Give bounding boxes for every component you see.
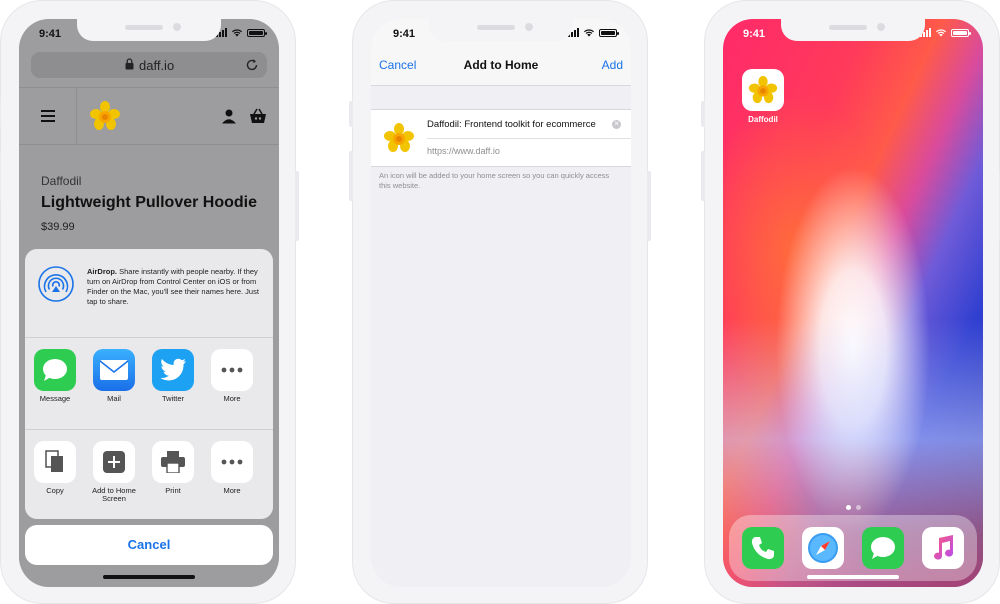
share-app-message[interactable]: Message <box>26 349 84 429</box>
notch <box>781 19 925 41</box>
helper-note: An icon will be added to your home scree… <box>379 171 610 190</box>
screen: 9:41 daff.io Daffodil Lightweight Pullov… <box>19 19 279 587</box>
share-app-more[interactable]: More <box>203 349 261 429</box>
lock-icon <box>125 58 134 70</box>
share-actions-row: Copy Add to Home Screen Print More <box>25 441 273 519</box>
home-app-label: Daffodil <box>748 115 778 124</box>
notch <box>77 19 221 41</box>
share-sheet: AirDrop. Share instantly with people nea… <box>25 249 273 519</box>
home-app-daffodil[interactable]: Daffodil <box>741 69 785 124</box>
action-copy[interactable]: Copy <box>26 441 84 519</box>
music-icon[interactable] <box>922 527 964 569</box>
address-bar[interactable]: daff.io <box>31 52 267 78</box>
product-brand: Daffodil <box>41 174 82 188</box>
site-header <box>19 87 279 145</box>
wifi-icon <box>936 29 946 37</box>
daffodil-logo-icon <box>384 123 414 152</box>
cart-icon[interactable] <box>249 107 267 125</box>
reload-icon[interactable] <box>245 58 259 72</box>
product-title: Lightweight Pullover Hoodie <box>41 194 257 211</box>
mute-switch <box>349 101 353 127</box>
safari-icon[interactable] <box>802 527 844 569</box>
dock <box>729 515 977 581</box>
copy-icon <box>34 441 76 483</box>
side-button <box>647 171 651 241</box>
hamburger-menu-icon[interactable] <box>41 110 55 122</box>
airdrop-title: AirDrop. <box>87 267 117 276</box>
action-label: Print <box>165 486 181 495</box>
address-url: daff.io <box>139 58 175 73</box>
status-time: 9:41 <box>39 28 62 40</box>
volume-up-button <box>701 151 705 201</box>
mail-icon <box>93 349 135 391</box>
airdrop-icon <box>38 266 74 302</box>
share-apps-row: Message Mail Twitter More <box>25 349 273 430</box>
share-app-label: Message <box>39 394 71 403</box>
screen: 9:41 Daffodil <box>723 19 983 587</box>
page-indicator[interactable] <box>723 505 983 510</box>
phone-safari-share: 9:41 daff.io Daffodil Lightweight Pullov… <box>0 0 299 604</box>
battery-icon <box>951 28 971 37</box>
action-more[interactable]: More <box>203 441 261 519</box>
add-square-icon <box>93 441 135 483</box>
battery-icon <box>599 28 619 37</box>
daffodil-logo-icon[interactable] <box>89 100 121 132</box>
wifi-icon <box>232 29 242 37</box>
action-label: Add to Home Screen <box>92 486 136 503</box>
share-app-twitter[interactable]: Twitter <box>144 349 202 429</box>
share-app-mail[interactable]: Mail <box>85 349 143 429</box>
share-app-label: Twitter <box>161 394 185 403</box>
status-time: 9:41 <box>743 28 766 40</box>
home-indicator[interactable] <box>103 575 195 579</box>
screen: 9:41 Cancel Add to Home Add Daffodil: Fr… <box>371 19 631 587</box>
volume-up-button <box>349 151 353 201</box>
phone-icon[interactable] <box>742 527 784 569</box>
volume-up-button <box>0 151 1 201</box>
twitter-icon <box>152 349 194 391</box>
url-text: https://www.daff.io <box>427 146 500 156</box>
share-cancel-button[interactable]: Cancel <box>25 525 273 565</box>
messages-icon[interactable] <box>862 527 904 569</box>
bookmark-form: Daffodil: Frontend toolkit for ecommerce… <box>371 109 631 167</box>
share-app-label: More <box>223 394 241 403</box>
account-icon[interactable] <box>221 108 237 124</box>
airdrop-section[interactable]: AirDrop. Share instantly with people nea… <box>25 249 273 338</box>
daffodil-logo-icon <box>742 69 784 111</box>
phone-home-screen: 9:41 Daffodil <box>701 0 1000 604</box>
messages-icon <box>34 349 76 391</box>
notch <box>429 19 573 41</box>
more-icon <box>211 349 253 391</box>
app-name-field[interactable]: Daffodil: Frontend toolkit for ecommerce <box>427 119 596 130</box>
clear-text-icon[interactable]: ✕ <box>612 120 621 129</box>
action-label: More <box>223 486 241 495</box>
add-button[interactable]: Add <box>602 58 623 72</box>
printer-icon <box>152 441 194 483</box>
side-button <box>295 171 299 241</box>
action-label: Copy <box>46 486 64 495</box>
phone-add-to-home: 9:41 Cancel Add to Home Add Daffodil: Fr… <box>349 0 651 604</box>
status-time: 9:41 <box>393 28 416 40</box>
product-price: $39.99 <box>41 221 75 233</box>
battery-icon <box>247 28 267 37</box>
navigation-bar: Cancel Add to Home Add <box>371 47 631 86</box>
page-title: Add to Home <box>463 58 539 72</box>
more-icon <box>211 441 253 483</box>
share-app-label: Mail <box>107 394 121 403</box>
home-indicator[interactable] <box>807 575 899 579</box>
mute-switch <box>701 101 705 127</box>
wifi-icon <box>584 29 594 37</box>
action-print[interactable]: Print <box>144 441 202 519</box>
mute-switch <box>0 101 1 127</box>
action-add-to-home-screen[interactable]: Add to Home Screen <box>85 441 143 519</box>
